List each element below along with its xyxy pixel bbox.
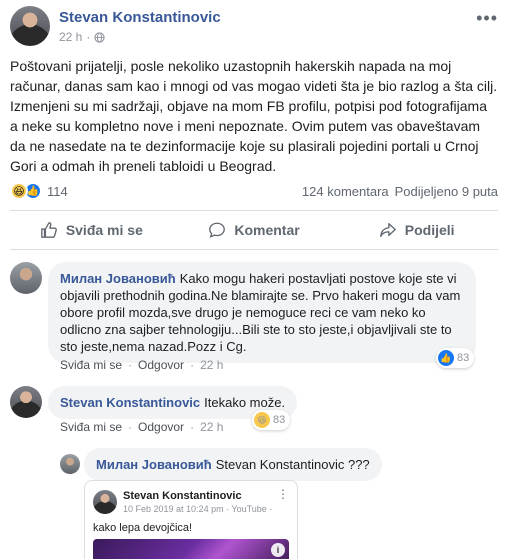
reply-bubble: Милан Јовановић Stevan Konstantinovic ??? [84, 448, 382, 481]
share-button-label: Podijeli [404, 222, 455, 238]
comment-button-label: Komentar [234, 222, 300, 238]
share-button[interactable]: Podijeli [335, 211, 498, 249]
like-button[interactable]: Sviđa mi se [10, 211, 173, 249]
comments-count[interactable]: 124 komentara [302, 184, 389, 199]
like-button-label: Sviđa mi se [65, 222, 143, 238]
separator: · [190, 420, 195, 434]
reply-avatar[interactable] [60, 454, 80, 474]
haha-reaction-icon: 😆 [10, 182, 28, 200]
more-options-icon[interactable]: ••• [476, 8, 498, 29]
comment-author[interactable]: Stevan Konstantinovic [60, 395, 200, 410]
embed-image [93, 539, 289, 559]
author-avatar[interactable] [10, 6, 50, 46]
embed-author-name: Stevan Konstantinovic [123, 490, 242, 502]
comment-reaction-count: 83 [273, 414, 286, 426]
commenter-avatar[interactable] [10, 262, 42, 294]
comment-reactions[interactable]: 👍 83 [436, 348, 475, 368]
comment-time[interactable]: 22 h [200, 358, 223, 372]
post-stats: 124 komentara Podijeljeno 9 puta [302, 184, 498, 199]
embed-author-avatar [93, 490, 117, 514]
share-icon [379, 223, 396, 237]
comment-button[interactable]: Komentar [173, 211, 336, 249]
embedded-post-screenshot[interactable]: Stevan Konstantinovic 10 Feb 2019 at 10:… [84, 480, 298, 559]
separator: · [190, 358, 195, 372]
like-reaction-icon: 👍 [438, 350, 454, 366]
comment-reaction-count: 83 [457, 352, 470, 364]
comment-reactions[interactable]: 😆 83 [252, 410, 291, 430]
separator: · [128, 358, 133, 372]
separator: · [128, 420, 133, 434]
post-header: Stevan Konstantinovic 22 h · ••• [10, 6, 498, 54]
globe-icon [94, 31, 105, 43]
post-meta: 22 h · [59, 30, 105, 44]
post-author-name[interactable]: Stevan Konstantinovic [59, 9, 221, 26]
post-action-bar: Sviđa mi se Komentar Podijeli [10, 210, 498, 250]
comment-time[interactable]: 22 h [200, 420, 223, 434]
reactions-count[interactable]: 114 [47, 184, 68, 199]
comment-like-link[interactable]: Sviđa mi se [60, 420, 122, 434]
reply-author[interactable]: Милан Јовановић [96, 457, 212, 472]
comment-author[interactable]: Милан Јовановић [60, 271, 176, 286]
comment-like-link[interactable]: Sviđa mi se [60, 358, 122, 372]
embed-text: kako lepa devojčica! [93, 522, 193, 534]
reaction-icons[interactable]: 😆 👍 [10, 182, 42, 200]
embed-more-icon: ⋮ [277, 487, 289, 501]
comment-bubble: Милан Јовановић Kako mogu hakeri postavlj… [48, 262, 476, 363]
info-icon: i [271, 543, 285, 557]
shares-count[interactable]: Podijeljeno 9 puta [395, 184, 498, 199]
post-time[interactable]: 22 h [59, 30, 82, 44]
haha-reaction-icon: 😆 [254, 412, 270, 428]
comment-actions: Sviđa mi se · Odgovor · 22 h [60, 420, 223, 434]
reply-text: Stevan Konstantinovic ??? [215, 457, 370, 472]
comment-text: Itekako može. [204, 395, 286, 410]
post-text: Poštovani prijatelji, posle nekoliko uza… [10, 58, 498, 174]
commenter-avatar[interactable] [10, 386, 42, 418]
meta-separator: · [86, 30, 91, 44]
embed-meta: 10 Feb 2019 at 10:24 pm · YouTube · [123, 504, 273, 514]
comment-icon [209, 222, 226, 238]
comment-reply-link[interactable]: Odgovor [138, 358, 184, 372]
reactions-summary: 😆 👍 114 124 komentara Podijeljeno 9 puta [10, 180, 498, 202]
comment-actions: Sviđa mi se · Odgovor · 22 h [60, 358, 223, 372]
comment-reply-link[interactable]: Odgovor [138, 420, 184, 434]
thumbs-up-icon [40, 222, 57, 238]
